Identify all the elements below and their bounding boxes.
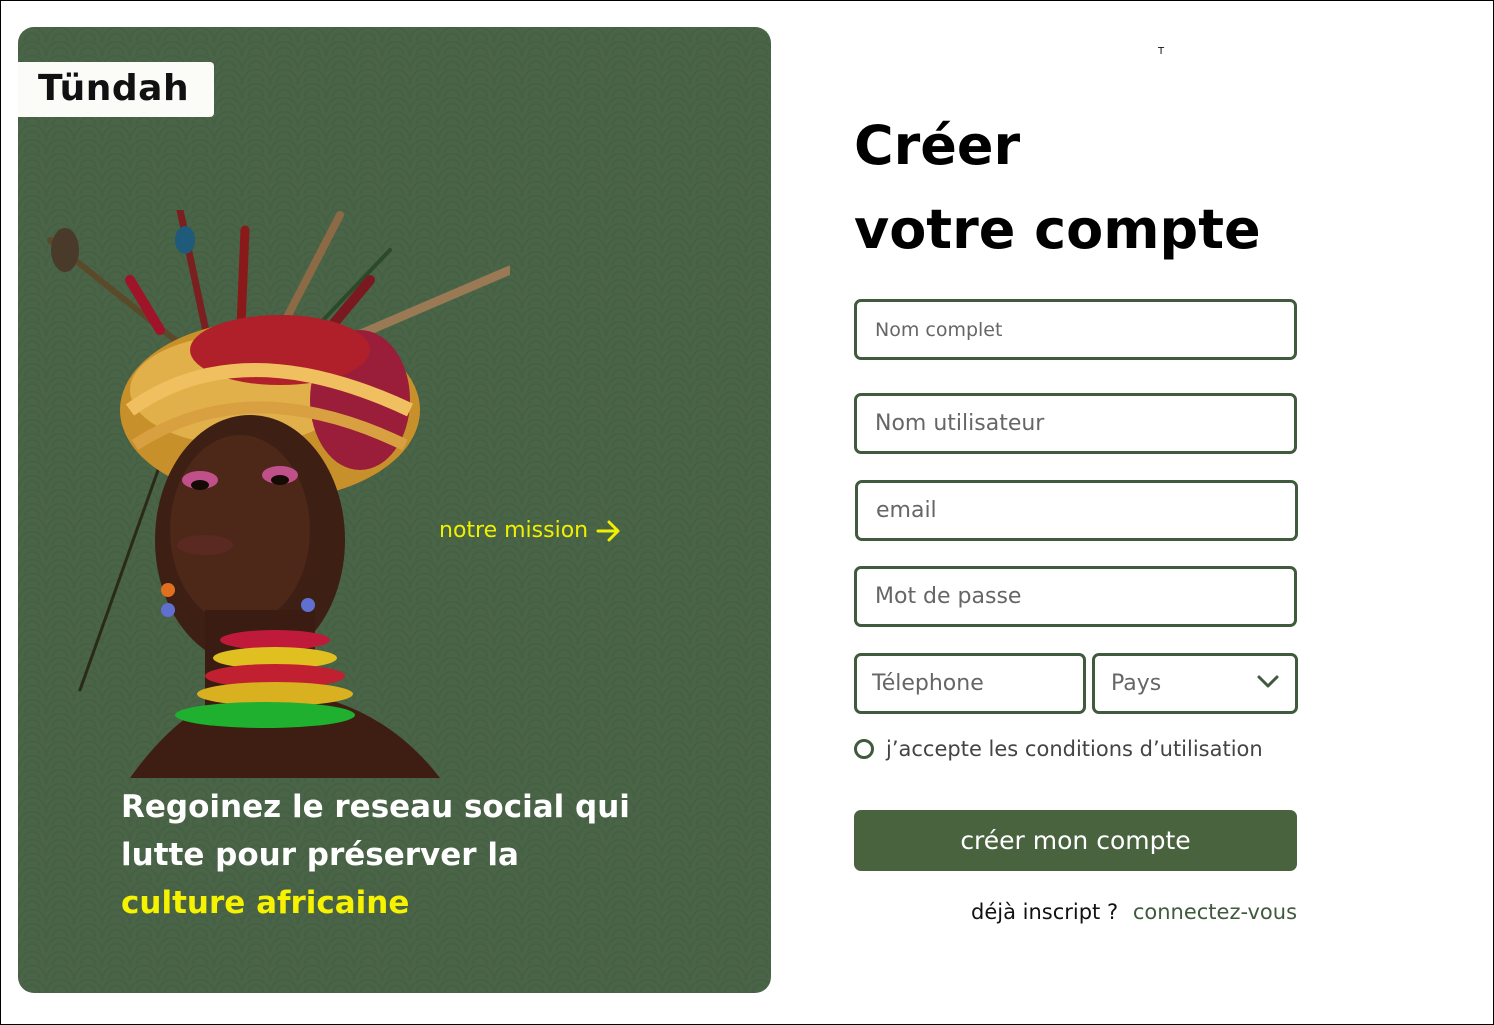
password-input[interactable] [857, 569, 1294, 624]
full-name-field [854, 299, 1297, 360]
tagline-highlight: culture africaine [121, 885, 410, 921]
logo-text: Tündah [38, 68, 190, 109]
country-select[interactable]: Pays [1092, 653, 1298, 714]
terms-radio[interactable] [854, 739, 874, 759]
chevron-down-icon [1257, 674, 1279, 693]
terms-label: j’accepte les conditions d’utilisation [886, 737, 1263, 761]
brand-logo[interactable]: Tündah [18, 62, 214, 117]
mission-link[interactable]: notre mission [439, 518, 622, 543]
username-input[interactable] [857, 396, 1294, 451]
hero-tagline: Regoinez le reseau social qui lutte pour… [121, 783, 641, 927]
country-select-value: Pays [1111, 671, 1162, 696]
email-field [855, 480, 1298, 541]
create-account-button[interactable]: créer mon compte [854, 810, 1297, 871]
username-field [854, 393, 1297, 454]
terms-option[interactable]: j’accepte les conditions d’utilisation [854, 737, 1263, 761]
mission-link-label: notre mission [439, 518, 589, 543]
password-field [854, 566, 1297, 627]
email-input[interactable] [858, 483, 1295, 538]
portrait-image [40, 206, 515, 778]
tagline-text: Regoinez le reseau social qui lutte pour… [121, 789, 630, 873]
full-name-input[interactable] [857, 302, 1294, 357]
title-line-1: Créer [854, 114, 1021, 177]
already-registered-text: déjà inscript ? [971, 900, 1119, 924]
page-title: Créer votre compte [854, 104, 1261, 272]
title-line-2: votre compte [854, 198, 1261, 261]
arrow-right-icon [596, 520, 622, 542]
corner-mark: T [1158, 46, 1165, 57]
login-prompt: déjà inscript ? connectez-vous [971, 900, 1297, 924]
phone-input[interactable] [857, 656, 1083, 711]
login-link[interactable]: connectez-vous [1133, 900, 1297, 924]
phone-field [854, 653, 1086, 714]
